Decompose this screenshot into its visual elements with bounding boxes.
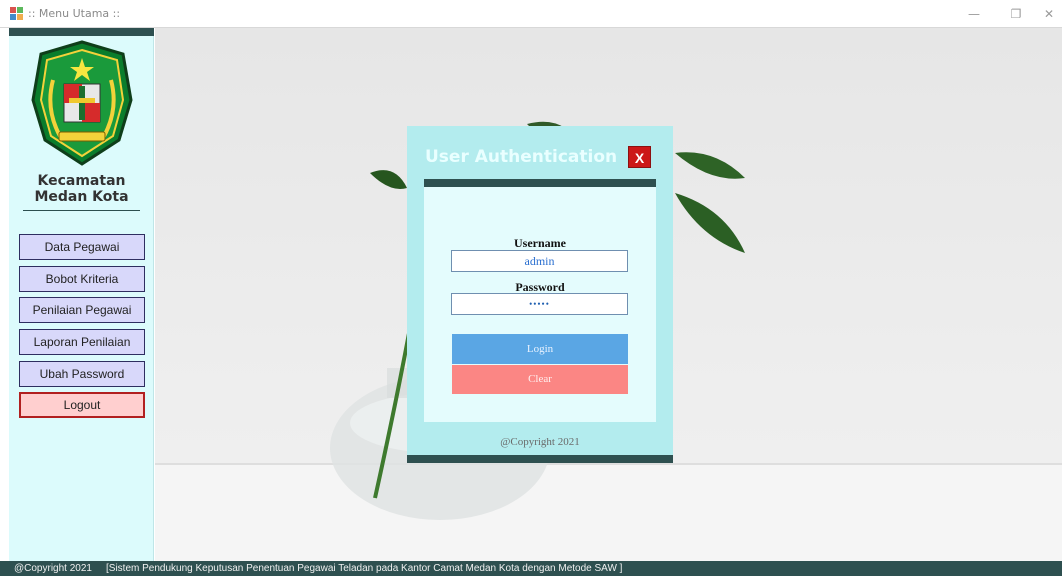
district-line1: Kecamatan — [37, 173, 126, 189]
dialog-title: User Authentication — [425, 147, 618, 167]
password-input[interactable]: ••••• — [451, 293, 628, 315]
dialog-header-bar — [424, 179, 656, 187]
status-bar: @Copyright 2021 [Sistem Pendukung Keputu… — [0, 561, 1062, 576]
penilaian-pegawai-button[interactable]: Penilaian Pegawai — [19, 297, 145, 323]
minimize-button[interactable]: — — [959, 3, 989, 25]
dialog-copyright: @Copyright 2021 — [500, 436, 580, 448]
dialog-close-button[interactable]: X — [628, 146, 651, 168]
logout-button[interactable]: Logout — [19, 392, 145, 418]
district-name: Kecamatan Medan Kota — [9, 173, 154, 205]
status-description: [Sistem Pendukung Keputusan Penentuan Pe… — [106, 563, 623, 574]
login-form-panel: Username admin Password ••••• Login Clea… — [424, 187, 656, 422]
user-authentication-dialog: User Authentication X Username admin Pas… — [407, 126, 673, 463]
app-icon — [10, 7, 23, 20]
window-titlebar: :: Menu Utama :: — ❐ ✕ — [0, 0, 1062, 28]
sidebar: Kecamatan Medan Kota Data Pegawai Bobot … — [9, 28, 154, 561]
sidebar-top-bar — [9, 28, 154, 36]
maximize-button[interactable]: ❐ — [1001, 3, 1031, 25]
username-label: Username — [514, 236, 566, 250]
ubah-password-button[interactable]: Ubah Password — [19, 361, 145, 387]
district-divider — [23, 210, 140, 211]
data-pegawai-button[interactable]: Data Pegawai — [19, 234, 145, 260]
login-button[interactable]: Login — [452, 334, 628, 364]
kota-medan-emblem-icon — [31, 40, 133, 166]
clear-button[interactable]: Clear — [452, 365, 628, 394]
dialog-bottom-bar — [407, 455, 673, 463]
laporan-penilaian-button[interactable]: Laporan Penilaian — [19, 329, 145, 355]
username-input[interactable]: admin — [451, 250, 628, 272]
close-window-button[interactable]: ✕ — [1034, 3, 1062, 25]
district-line2: Medan Kota — [34, 189, 129, 205]
status-copyright: @Copyright 2021 — [14, 563, 92, 574]
bobot-kriteria-button[interactable]: Bobot Kriteria — [19, 266, 145, 292]
window-title: :: Menu Utama :: — [28, 7, 121, 20]
